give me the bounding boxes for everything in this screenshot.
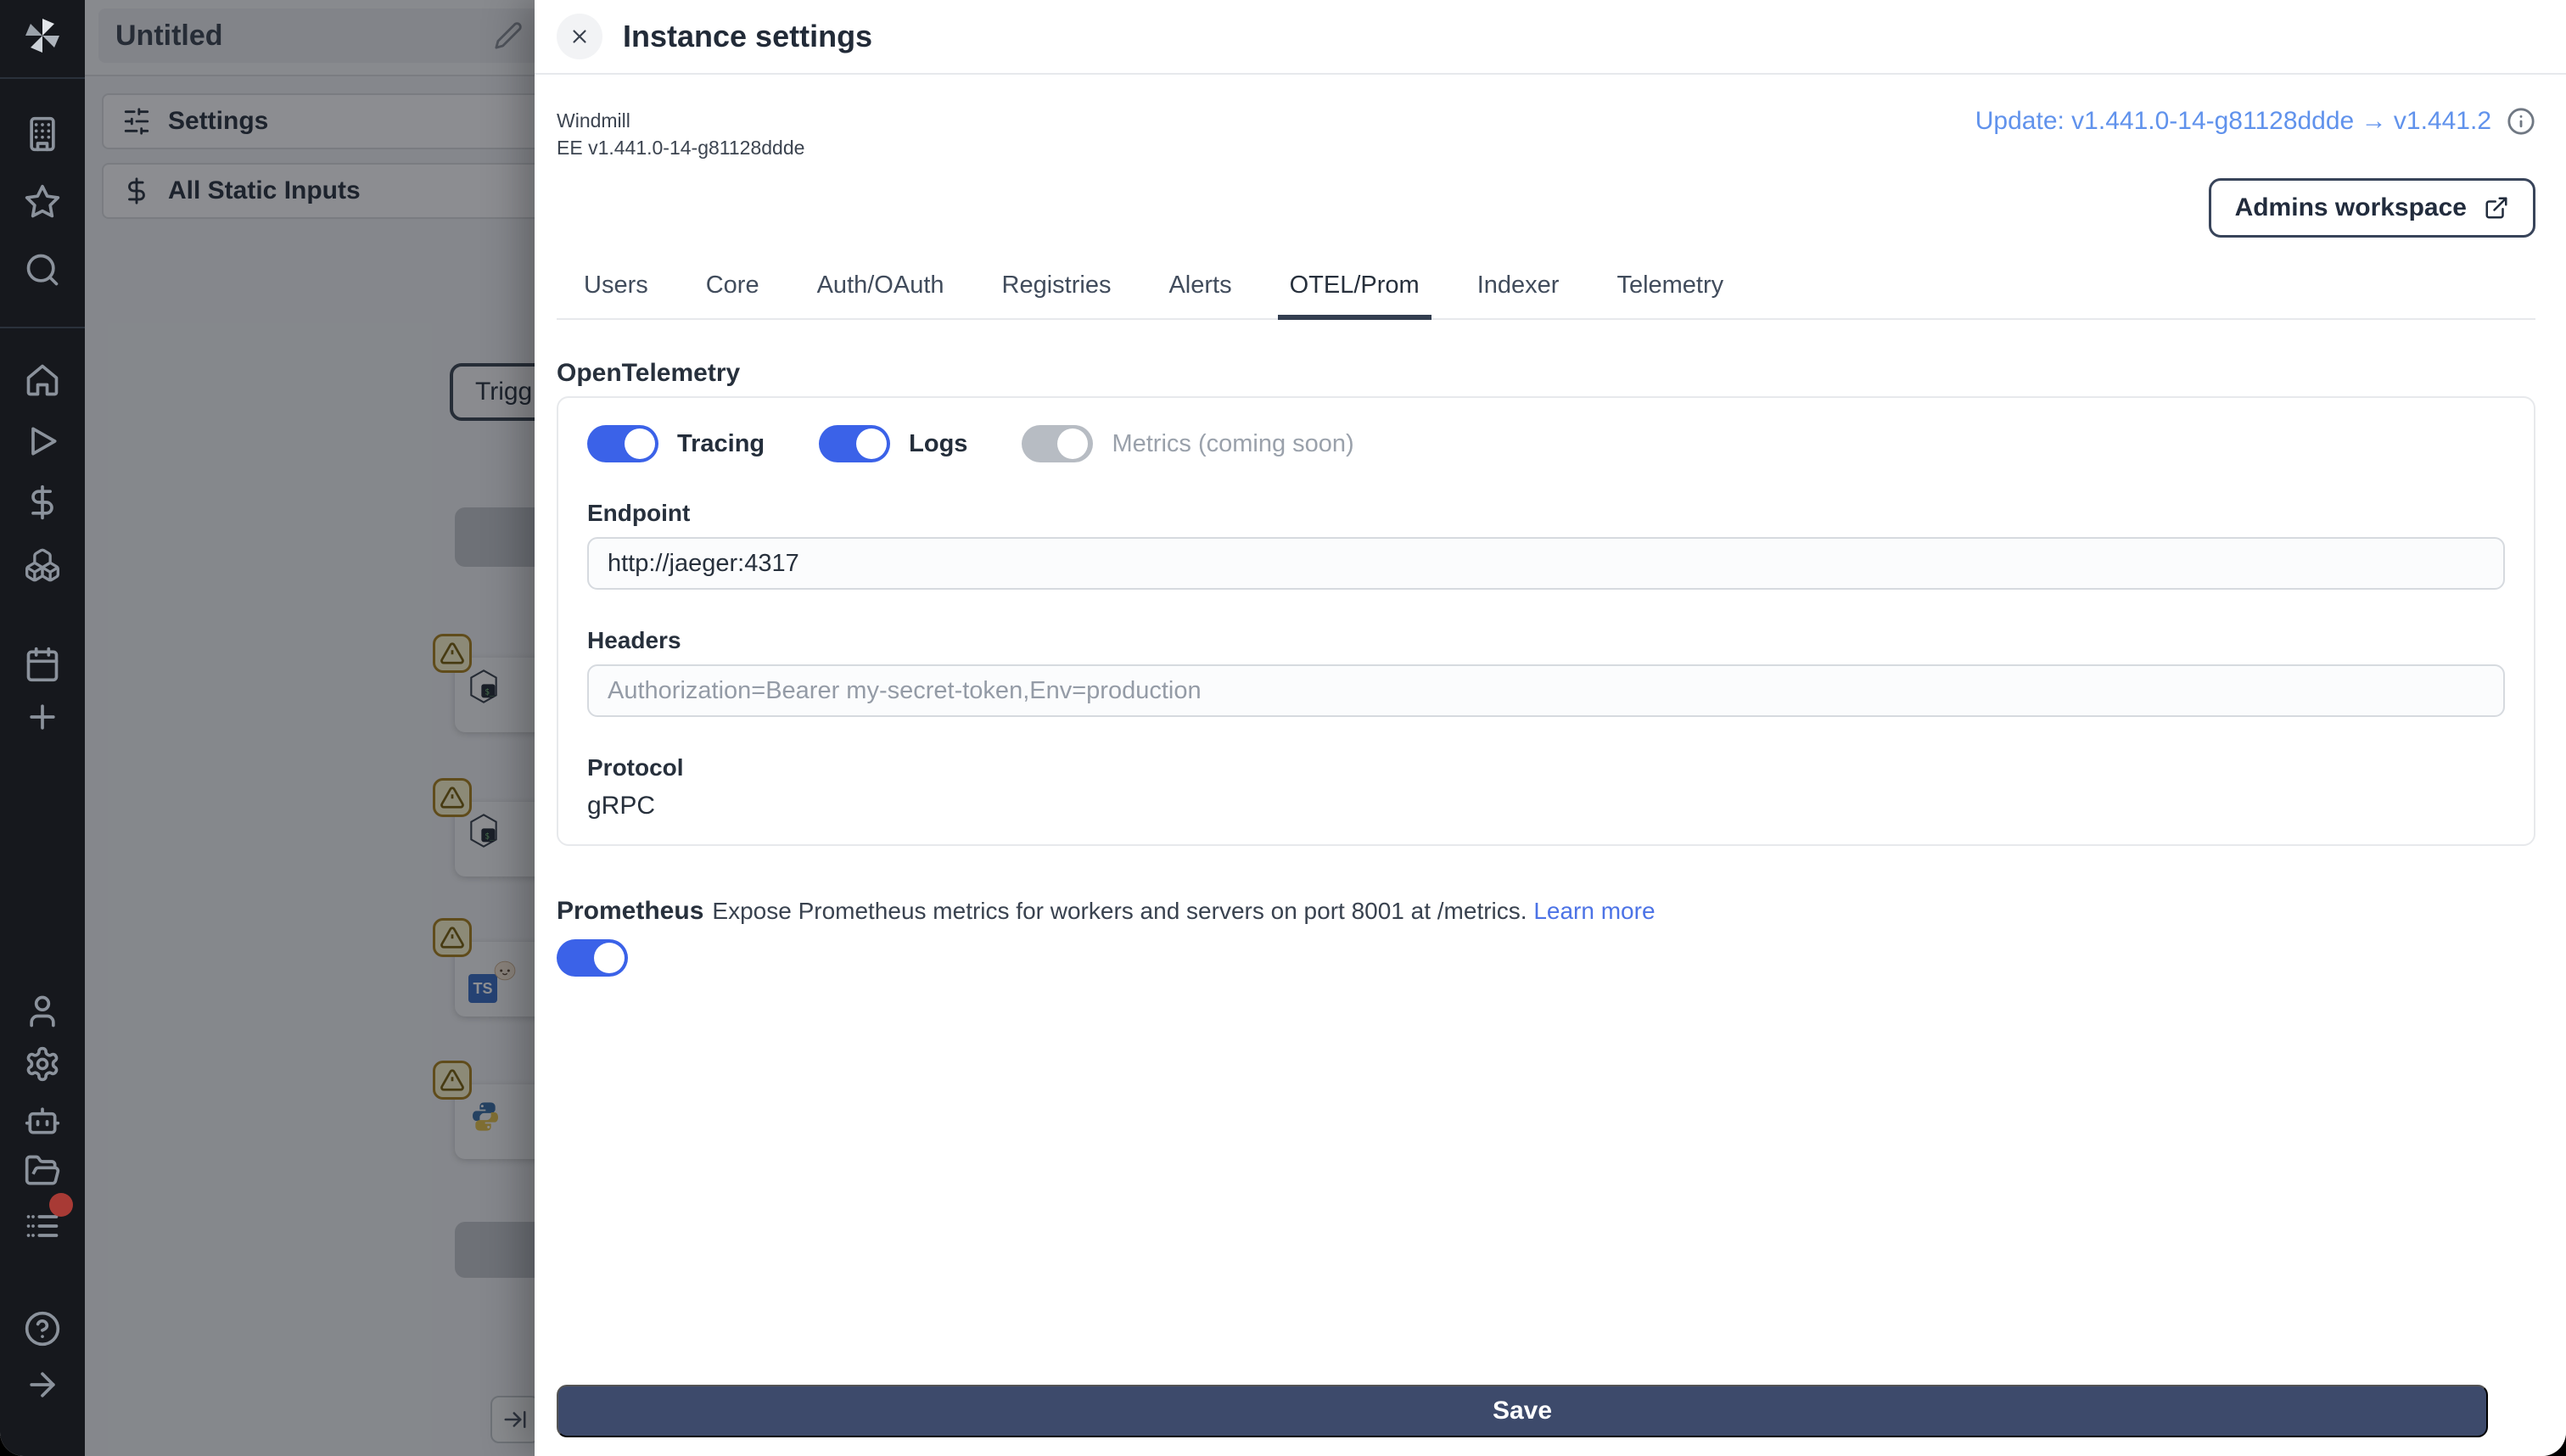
building-icon[interactable] <box>24 115 61 153</box>
admins-workspace-button[interactable]: Admins workspace <box>2208 178 2535 238</box>
user-icon[interactable] <box>24 993 61 1030</box>
tab-indexer[interactable]: Indexer <box>1476 272 1561 318</box>
protocol-value: gRPC <box>587 792 656 820</box>
protocol-label: Protocol <box>587 754 684 781</box>
prometheus-heading: Prometheus <box>557 897 704 925</box>
instance-settings-drawer: Instance settings Windmill EE v1.441.0-1… <box>535 0 2566 1456</box>
prometheus-toggle[interactable] <box>557 939 628 977</box>
learn-more-link[interactable]: Learn more <box>1533 898 1655 924</box>
tab-telemetry[interactable]: Telemetry <box>1615 272 1725 318</box>
calendar-icon[interactable] <box>24 646 61 683</box>
search-icon[interactable] <box>24 251 61 288</box>
dollar-icon[interactable] <box>24 484 61 521</box>
tab-users[interactable]: Users <box>582 272 650 318</box>
save-button[interactable]: Save <box>557 1385 2488 1437</box>
metrics-toggle <box>1022 425 1094 462</box>
sidebar <box>0 0 85 1456</box>
tab-registries[interactable]: Registries <box>1000 272 1113 318</box>
update-link[interactable]: Update: v1.441.0-14-g81128ddde → v1.441.… <box>1975 107 2491 136</box>
tab-core[interactable]: Core <box>704 272 761 318</box>
play-icon[interactable] <box>24 423 61 460</box>
headers-label: Headers <box>587 627 681 653</box>
windmill-logo-icon[interactable] <box>22 15 63 56</box>
home-icon[interactable] <box>24 361 61 399</box>
version-block: Windmill EE v1.441.0-14-g81128ddde <box>557 107 804 161</box>
drawer-title: Instance settings <box>623 19 873 53</box>
close-icon <box>573 30 586 43</box>
folder-open-icon[interactable] <box>24 1152 61 1190</box>
external-link-icon <box>2485 197 2507 219</box>
tab-alerts[interactable]: Alerts <box>1167 272 1233 318</box>
robot-icon[interactable] <box>24 1101 61 1139</box>
logs-label: Logs <box>909 429 968 457</box>
admins-workspace-label: Admins workspace <box>2234 193 2467 221</box>
tab-otel-prom[interactable]: OTEL/Prom <box>1277 272 1431 320</box>
tracing-toggle[interactable] <box>587 425 658 462</box>
opentelemetry-card: Tracing Logs Metrics (coming soon) Endpo… <box>557 396 2535 846</box>
notification-dot <box>49 1193 73 1217</box>
modal-dim-overlay <box>85 0 535 1456</box>
endpoint-input[interactable] <box>587 537 2505 590</box>
app-version: EE v1.441.0-14-g81128ddde <box>557 137 805 159</box>
opentelemetry-heading: OpenTelemetry <box>557 359 741 387</box>
metrics-label: Metrics (coming soon) <box>1112 429 1354 457</box>
close-button[interactable] <box>557 14 602 59</box>
app-window: Untitled Settings All Static Inputs Trig… <box>0 0 2566 1456</box>
sidebar-divider <box>0 327 85 328</box>
prometheus-section: Prometheus Expose Prometheus metrics for … <box>557 897 2535 926</box>
star-icon[interactable] <box>24 183 61 221</box>
help-circle-icon[interactable] <box>24 1310 61 1347</box>
prometheus-description: Expose Prometheus metrics for workers an… <box>712 898 1527 924</box>
drawer-body: Windmill EE v1.441.0-14-g81128ddde Updat… <box>535 75 2566 1456</box>
gear-icon[interactable] <box>24 1045 61 1083</box>
headers-input[interactable] <box>587 664 2505 717</box>
plus-icon[interactable] <box>24 698 61 736</box>
endpoint-label: Endpoint <box>587 500 691 526</box>
info-icon[interactable] <box>2507 107 2535 136</box>
tracing-label: Tracing <box>677 429 765 457</box>
settings-tabs: Users Core Auth/OAuth Registries Alerts … <box>557 272 2535 320</box>
logs-toggle[interactable] <box>819 425 891 462</box>
flow-editor-panel: Untitled Settings All Static Inputs Trig… <box>85 0 535 1456</box>
arrow-right-icon[interactable] <box>24 1366 61 1403</box>
sidebar-divider <box>0 77 85 79</box>
boxes-icon[interactable] <box>24 546 61 584</box>
drawer-header: Instance settings <box>535 0 2566 75</box>
tab-auth-oauth[interactable]: Auth/OAuth <box>815 272 946 318</box>
app-name: Windmill <box>557 109 630 132</box>
